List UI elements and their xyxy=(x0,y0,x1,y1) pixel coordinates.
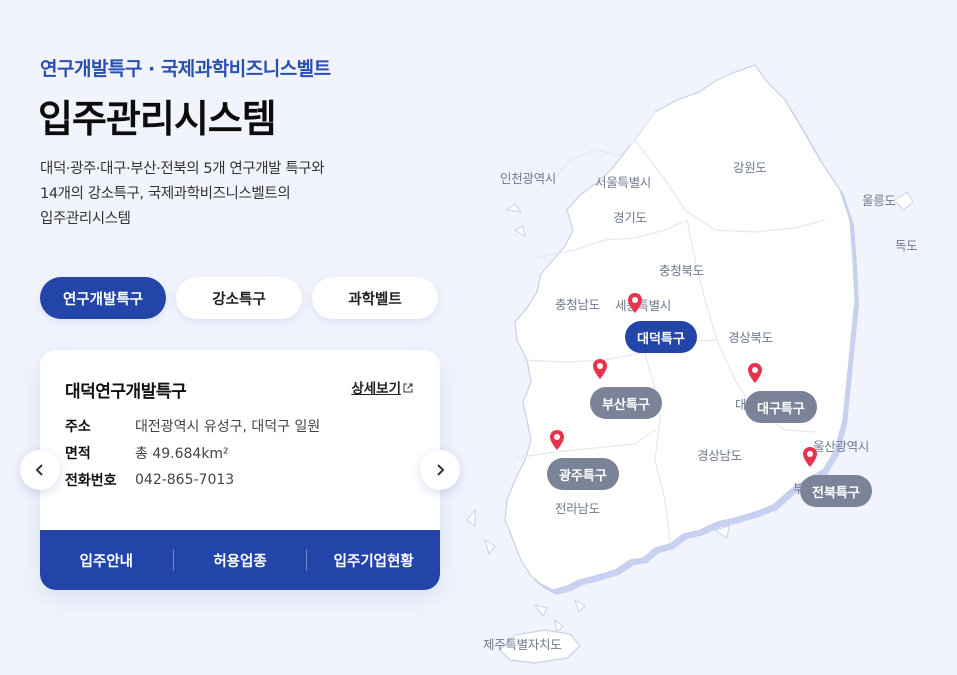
region-label: 세종특별시 xyxy=(615,298,672,313)
korea-map-shape xyxy=(466,64,914,664)
info-row-phone: 전화번호 042-865-7013 xyxy=(65,466,320,493)
tab-research-zone[interactable]: 연구개발특구 xyxy=(40,277,166,319)
move-in-guide-button[interactable]: 입주안내 xyxy=(40,550,173,571)
tab-science-belt[interactable]: 과학벨트 xyxy=(312,277,438,319)
zone-tabs: 연구개발특구 강소특구 과학벨트 xyxy=(40,277,438,319)
card-footer: 입주안내 허용업종 입주기업현황 xyxy=(40,530,440,590)
page-description: 대덕·광주·대구·부산·전북의 5개 연구개발 특구와 14개의 강소특구, 국… xyxy=(40,157,400,232)
info-key: 면적 xyxy=(65,445,91,462)
marker-label: 대덕특구 xyxy=(625,321,697,353)
chevron-left-icon xyxy=(35,464,43,476)
region-label: 제주특별자치도 xyxy=(483,637,562,652)
detail-link-label: 상세보기 xyxy=(351,381,401,397)
info-key: 주소 xyxy=(65,418,91,435)
info-value: 총 49.684km² xyxy=(135,445,229,462)
region-label: 울릉도 xyxy=(862,193,896,208)
tab-small-zone[interactable]: 강소특구 xyxy=(176,277,302,319)
marker-label: 광주특구 xyxy=(547,458,619,490)
region-label: 경상남도 xyxy=(697,448,742,463)
map-pin-icon xyxy=(550,430,564,450)
map-pin-icon xyxy=(628,293,642,313)
page-title: 입주관리시스템 xyxy=(38,97,277,141)
korea-map: 인천광역시 서울특별시 경기도 강원도 울릉도 독도 충청북도 충청남도 세종특… xyxy=(455,60,957,675)
region-label: 인천광역시 xyxy=(500,171,557,186)
map-pin-icon xyxy=(593,359,607,379)
card-title: 대덕연구개발특구 xyxy=(65,382,187,402)
map-pin-icon xyxy=(748,363,762,383)
chevron-right-icon xyxy=(437,464,445,476)
page-subtitle: 연구개발특구 · 국제과학비즈니스벨트 xyxy=(40,58,331,80)
region-label: 경상북도 xyxy=(728,330,773,345)
description-line: 입주관리시스템 xyxy=(40,211,131,227)
region-label: 충청북도 xyxy=(659,263,704,278)
map-pin-icon xyxy=(803,447,817,467)
external-link-icon xyxy=(403,383,413,396)
info-row-address: 주소 대전광역시 유성구, 대덕구 일원 xyxy=(65,412,320,439)
region-label: 울산광역시 xyxy=(813,439,870,454)
zone-info-card: 대덕연구개발특구 상세보기 주소 대전광역시 유성구, 대덕구 일원 면적 총 … xyxy=(40,350,440,590)
prev-button[interactable] xyxy=(20,450,60,490)
region-label: 독도 xyxy=(895,238,918,253)
info-key: 전화번호 xyxy=(65,472,117,489)
info-value: 대전광역시 유성구, 대덕구 일원 xyxy=(135,418,321,435)
card-info: 주소 대전광역시 유성구, 대덕구 일원 면적 총 49.684km² 전화번호… xyxy=(65,412,320,493)
region-label: 서울특별시 xyxy=(595,175,652,190)
region-label: 강원도 xyxy=(733,160,767,175)
detail-link[interactable]: 상세보기 xyxy=(351,377,413,397)
allowed-industries-button[interactable]: 허용업종 xyxy=(174,550,307,571)
description-line: 대덕·광주·대구·부산·전북의 5개 연구개발 특구와 xyxy=(40,161,325,177)
info-row-area: 면적 총 49.684km² xyxy=(65,439,320,466)
marker-label: 부산특구 xyxy=(590,387,662,419)
marker-label: 대구특구 xyxy=(745,391,817,423)
region-label: 경기도 xyxy=(613,210,647,225)
tenant-status-button[interactable]: 입주기업현황 xyxy=(307,550,440,571)
region-label: 전라남도 xyxy=(555,501,600,516)
description-line: 14개의 강소특구, 국제과학비즈니스벨트의 xyxy=(40,186,291,202)
region-label: 충청남도 xyxy=(555,297,600,312)
marker-label: 전북특구 xyxy=(800,475,872,507)
info-value: 042-865-7013 xyxy=(135,471,235,488)
next-button[interactable] xyxy=(420,450,460,490)
